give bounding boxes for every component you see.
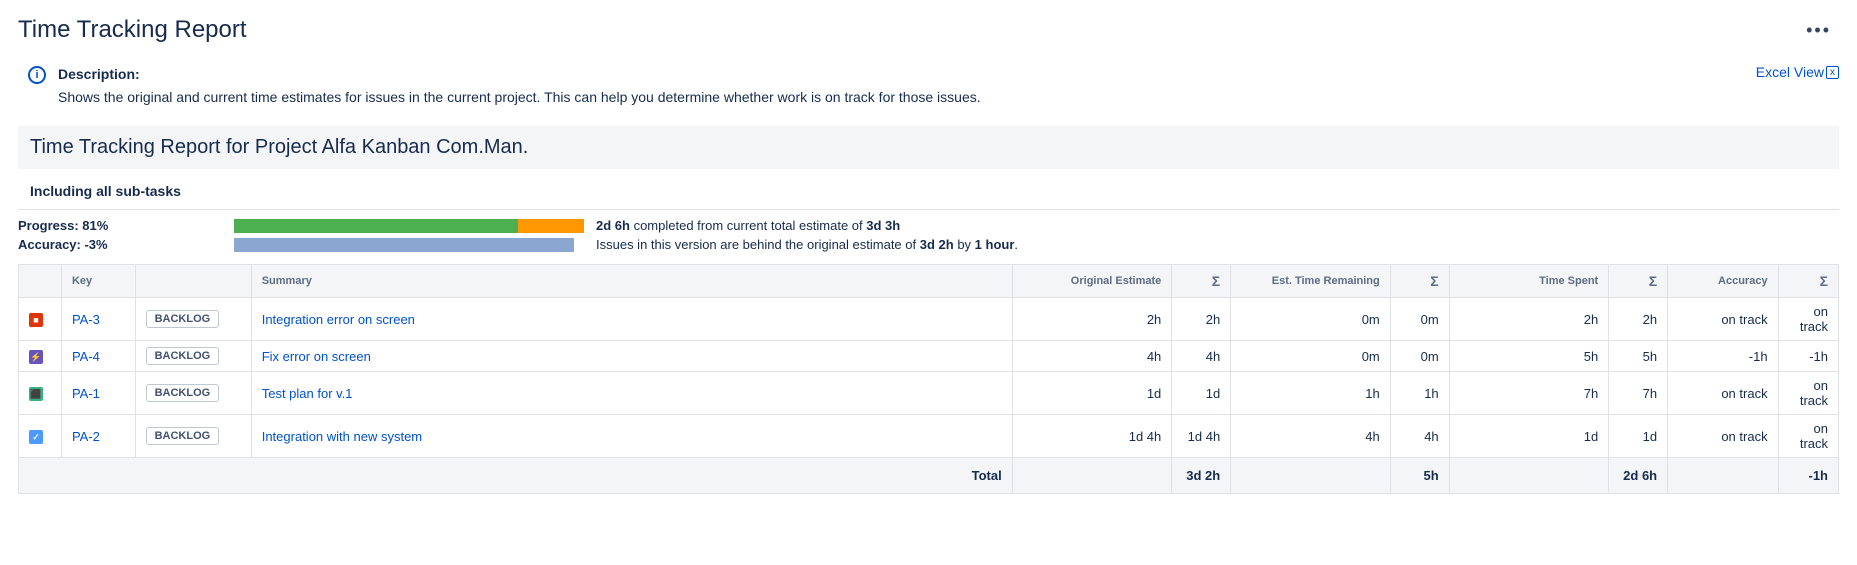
more-actions-button[interactable]: ••• xyxy=(1798,16,1839,45)
issue-type-icon: ■ xyxy=(29,313,43,327)
accuracy-cell: -1h xyxy=(1668,341,1778,372)
issue-key-link[interactable]: PA-1 xyxy=(72,386,100,401)
total-remain-sigma: 5h xyxy=(1390,458,1449,494)
excel-view-link[interactable]: Excel View x xyxy=(1756,64,1839,80)
issue-summary-link[interactable]: Integration error on screen xyxy=(262,312,415,327)
remain-sigma-cell: 0m xyxy=(1390,341,1449,372)
remain-cell: 0m xyxy=(1231,298,1391,341)
issue-key-link[interactable]: PA-4 xyxy=(72,349,100,364)
col-accuracy-sigma-header: Σ xyxy=(1778,265,1838,298)
status-badge: BACKLOG xyxy=(146,310,220,328)
col-status-header xyxy=(135,265,251,298)
time-tracking-table: Key Summary Original Estimate Σ Est. Tim… xyxy=(18,264,1839,494)
remain-sigma-cell: 4h xyxy=(1390,415,1449,458)
total-spent-sigma: 2d 6h xyxy=(1609,458,1668,494)
progress-text: 2d 6h completed from current total estim… xyxy=(596,218,900,233)
info-icon: i xyxy=(28,66,46,84)
col-icon-header xyxy=(19,265,62,298)
divider xyxy=(18,209,1839,210)
remain-sigma-cell: 1h xyxy=(1390,372,1449,415)
issue-key-link[interactable]: PA-3 xyxy=(72,312,100,327)
accuracy-segment xyxy=(234,238,574,252)
orig-sigma-cell: 4h xyxy=(1172,341,1231,372)
total-orig-sigma: 3d 2h xyxy=(1172,458,1231,494)
progress-label: Progress: 81% xyxy=(18,218,226,233)
accuracy-sigma-cell: on track xyxy=(1778,415,1838,458)
total-label: Total xyxy=(19,458,1013,494)
spent-sigma-cell: 1d xyxy=(1609,415,1668,458)
orig-estimate-cell: 1d xyxy=(1012,372,1172,415)
status-badge: BACKLOG xyxy=(146,347,220,365)
col-remain-sigma-header: Σ xyxy=(1390,265,1449,298)
accuracy-text: Issues in this version are behind the or… xyxy=(596,237,1018,252)
status-badge: BACKLOG xyxy=(146,427,220,445)
description-body: Shows the original and current time esti… xyxy=(58,87,981,108)
remain-cell: 4h xyxy=(1231,415,1391,458)
spent-sigma-cell: 7h xyxy=(1609,372,1668,415)
issue-type-icon: ✓ xyxy=(29,430,43,444)
col-summary-header[interactable]: Summary xyxy=(251,265,1012,298)
total-accuracy-sigma: -1h xyxy=(1778,458,1838,494)
table-row: ⚡PA-4BACKLOGFix error on screen4h4h0m0m5… xyxy=(19,341,1839,372)
col-accuracy-header[interactable]: Accuracy xyxy=(1668,265,1778,298)
subtask-scope-label: Including all sub-tasks xyxy=(18,177,1839,209)
accuracy-sigma-cell: on track xyxy=(1778,372,1838,415)
progress-remaining-segment xyxy=(518,219,585,233)
col-remain-header[interactable]: Est. Time Remaining xyxy=(1231,265,1391,298)
table-row: ■ PA-3 BACKLOG Integration error on screen 2… xyxy=(19,298,1839,341)
accuracy-label: Accuracy: -3% xyxy=(18,237,226,252)
report-subtitle: Time Tracking Report for Project Alfa Ka… xyxy=(30,136,1827,159)
spent-cell: 2h xyxy=(1449,298,1609,341)
table-row: ✓ PA-2 BACKLOG Integration with new system 1… xyxy=(19,415,1839,458)
accuracy-sigma-cell: -1h xyxy=(1778,341,1838,372)
accuracy-sigma-cell: on track xyxy=(1778,298,1838,341)
spent-cell: 5h xyxy=(1449,341,1609,372)
accuracy-bar xyxy=(234,238,584,252)
spent-cell: 7h xyxy=(1449,372,1609,415)
issue-type-icon: ⬛ xyxy=(29,387,43,401)
accuracy-cell: on track xyxy=(1668,415,1778,458)
remain-sigma-cell: 0m xyxy=(1390,298,1449,341)
orig-estimate-cell: 4h xyxy=(1012,341,1172,372)
col-spent-sigma-header: Σ xyxy=(1609,265,1668,298)
col-key-header[interactable]: Key xyxy=(61,265,135,298)
col-orig-sigma-header: Σ xyxy=(1172,265,1231,298)
accuracy-cell: on track xyxy=(1668,298,1778,341)
orig-estimate-cell: 1d 4h xyxy=(1012,415,1172,458)
progress-bar xyxy=(234,219,584,233)
remain-cell: 0m xyxy=(1231,341,1391,372)
accuracy-cell: on track xyxy=(1668,372,1778,415)
excel-x-icon: x xyxy=(1826,66,1839,79)
orig-sigma-cell: 1d 4h xyxy=(1172,415,1231,458)
table-row: ⬛PA-1BACKLOGTest plan for v.11d1d1h1h7h7… xyxy=(19,372,1839,415)
spent-cell: 1d xyxy=(1449,415,1609,458)
issue-type-icon: ⚡ xyxy=(29,350,43,364)
issue-key-link[interactable]: PA-2 xyxy=(72,429,100,444)
spent-sigma-cell: 5h xyxy=(1609,341,1668,372)
orig-sigma-cell: 2h xyxy=(1172,298,1231,341)
col-orig-est-header[interactable]: Original Estimate xyxy=(1012,265,1172,298)
issue-summary-link[interactable]: Fix error on screen xyxy=(262,349,371,364)
col-spent-header[interactable]: Time Spent xyxy=(1449,265,1609,298)
orig-estimate-cell: 2h xyxy=(1012,298,1172,341)
description-label: Description: xyxy=(58,64,981,85)
orig-sigma-cell: 1d xyxy=(1172,372,1231,415)
progress-completed-segment xyxy=(234,219,518,233)
spent-sigma-cell: 2h xyxy=(1609,298,1668,341)
page-title: Time Tracking Report xyxy=(18,16,247,44)
issue-summary-link[interactable]: Test plan for v.1 xyxy=(262,386,353,401)
excel-view-label: Excel View xyxy=(1756,64,1824,80)
status-badge: BACKLOG xyxy=(146,384,220,402)
remain-cell: 1h xyxy=(1231,372,1391,415)
issue-summary-link[interactable]: Integration with new system xyxy=(262,429,422,444)
